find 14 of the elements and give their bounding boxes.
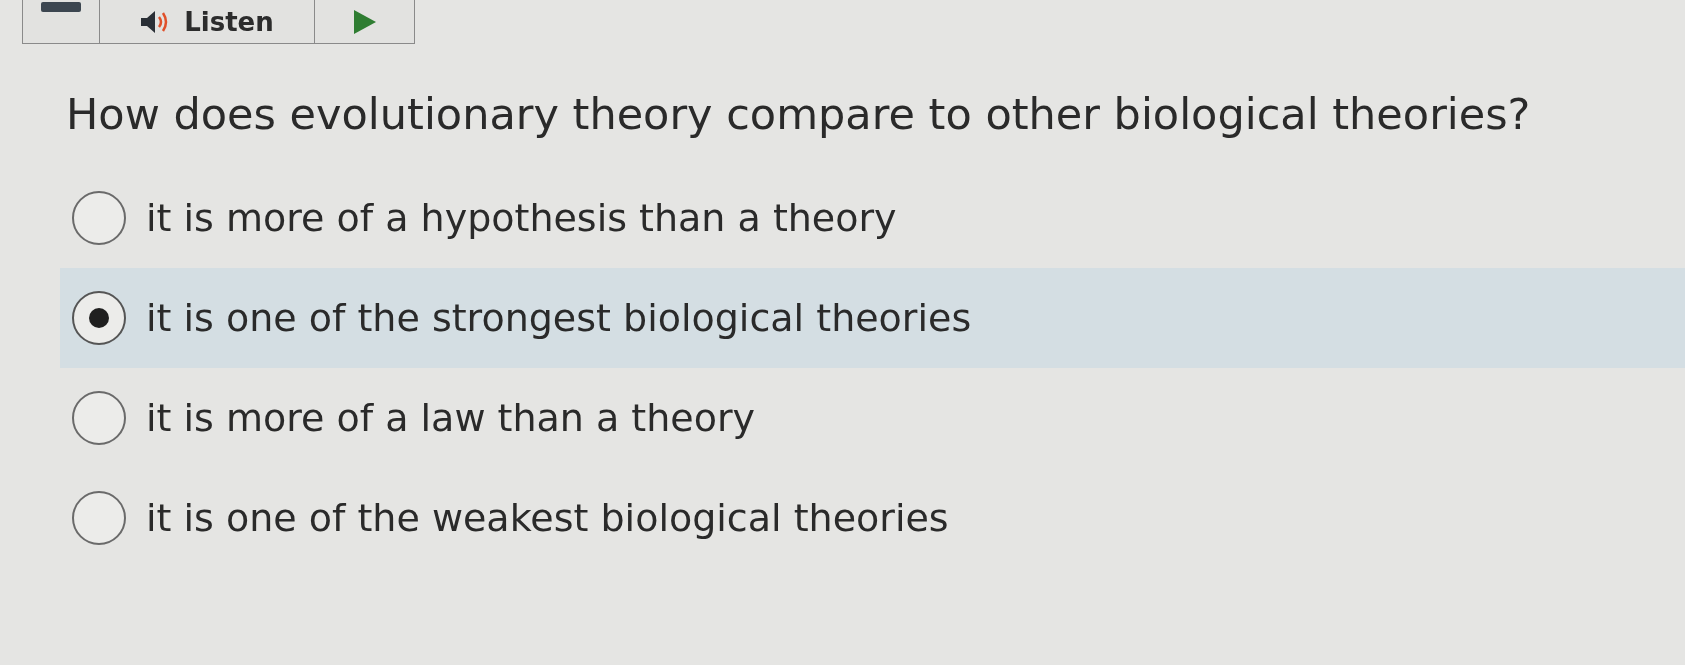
radio-button[interactable]	[72, 291, 126, 345]
play-button[interactable]	[315, 0, 415, 44]
option-label[interactable]: it is more of a law than a theory	[146, 392, 756, 444]
listen-button[interactable]: Listen	[100, 0, 315, 44]
toolbar-button[interactable]	[22, 0, 100, 44]
question-text: How does evolutionary theory compare to other biological theories?	[66, 88, 1532, 141]
option-label[interactable]: it is one of the strongest biological theories	[146, 292, 972, 344]
radio-button[interactable]	[72, 491, 126, 545]
option-label[interactable]: it is more of a hypothesis than a theory	[146, 192, 897, 244]
radio-button[interactable]	[72, 191, 126, 245]
option-label[interactable]: it is one of the weakest biological theories	[146, 492, 949, 544]
bar-icon	[41, 2, 81, 12]
play-icon	[353, 9, 376, 34]
radio-button[interactable]	[72, 391, 126, 445]
